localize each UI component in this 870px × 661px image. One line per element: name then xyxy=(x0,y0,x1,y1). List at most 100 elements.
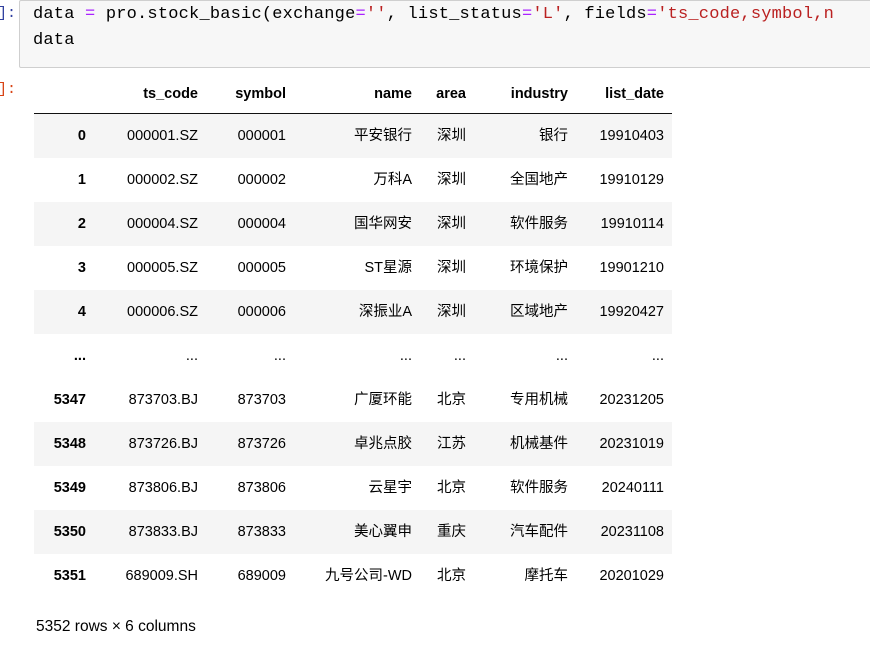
code-token-op: = xyxy=(355,5,366,24)
table-body: 0 000001.SZ 000001 平安银行 深圳 银行 19910403 1 000002.… xyxy=(34,113,672,598)
cell-symbol: 873726 xyxy=(206,422,294,466)
cell-name: 平安银行 xyxy=(294,113,420,158)
column-header-index xyxy=(34,79,94,114)
code-cell[interactable]: ]: data = pro.stock_basic(exchange='', l… xyxy=(0,0,870,72)
cell-industry: 摩托车 xyxy=(474,554,576,598)
row-index: 5349 xyxy=(34,466,94,510)
code-token-punc: , xyxy=(386,5,408,24)
cell-industry: 全国地产 xyxy=(474,158,576,202)
cell-list_date: 20201029 xyxy=(576,554,672,598)
code-line-2: data xyxy=(33,28,75,54)
cell-industry: 银行 xyxy=(474,113,576,158)
code-token-name: fields xyxy=(584,5,647,24)
cell-symbol: 000005 xyxy=(206,246,294,290)
code-line-1: data = pro.stock_basic(exchange='', list… xyxy=(33,2,834,28)
code-token-name: list_status xyxy=(407,5,522,24)
dataframe-table: ts_code symbol name area industry list_date 0… xyxy=(34,79,672,598)
cell-industry: ... xyxy=(474,334,576,378)
cell-symbol: ... xyxy=(206,334,294,378)
cell-area: 重庆 xyxy=(420,510,474,554)
cell-industry: 区域地产 xyxy=(474,290,576,334)
cell-name: 深振业A xyxy=(294,290,420,334)
code-token-punc: ( xyxy=(261,5,273,24)
row-index: 5351 xyxy=(34,554,94,598)
cell-list_date: 19901210 xyxy=(576,246,672,290)
table-row: 5349 873806.BJ 873806 云星宇 北京 软件服务 20240111 xyxy=(34,466,672,510)
cell-ts_code: 000006.SZ xyxy=(94,290,206,334)
cell-list_date: 19910129 xyxy=(576,158,672,202)
code-token-op: = xyxy=(85,5,96,24)
table-header: ts_code symbol name area industry list_date xyxy=(34,79,672,114)
code-token-name: pro.stock_basic xyxy=(95,5,262,24)
cell-list_date: 19920427 xyxy=(576,290,672,334)
cell-area: 深圳 xyxy=(420,113,474,158)
table-row: 5351 689009.SH 689009 九号公司-WD 北京 摩托车 20201029 xyxy=(34,554,672,598)
cell-name: 广厦环能 xyxy=(294,378,420,422)
table-row: 1 000002.SZ 000002 万科A 深圳 全国地产 19910129 xyxy=(34,158,672,202)
cell-industry: 机械基件 xyxy=(474,422,576,466)
cell-list_date: 20231019 xyxy=(576,422,672,466)
notebook-output-area: ]: data = pro.stock_basic(exchange='', l… xyxy=(0,0,870,661)
cell-area: 江苏 xyxy=(420,422,474,466)
cell-area: 深圳 xyxy=(420,202,474,246)
cell-symbol: 873833 xyxy=(206,510,294,554)
cell-area: 深圳 xyxy=(420,158,474,202)
header-row: ts_code symbol name area industry list_date xyxy=(34,79,672,114)
cell-industry: 环境保护 xyxy=(474,246,576,290)
code-token-op: = xyxy=(646,5,658,24)
cell-symbol: 873703 xyxy=(206,378,294,422)
column-header-industry: industry xyxy=(474,79,576,114)
table-row: 5348 873726.BJ 873726 卓兆点胶 江苏 机械基件 20231019 xyxy=(34,422,672,466)
cell-list_date: 19910403 xyxy=(576,113,672,158)
cell-name: 云星宇 xyxy=(294,466,420,510)
table-row-ellipsis: ..................... xyxy=(34,334,672,378)
cell-symbol: 000006 xyxy=(206,290,294,334)
cell-ts_code: 873726.BJ xyxy=(94,422,206,466)
cell-ts_code: 000005.SZ xyxy=(94,246,206,290)
cell-ts_code: 873833.BJ xyxy=(94,510,206,554)
row-index: 3 xyxy=(34,246,94,290)
row-index: 5348 xyxy=(34,422,94,466)
code-token-str: 'L' xyxy=(532,5,564,24)
table-row: 4 000006.SZ 000006 深振业A 深圳 区域地产 19920427 xyxy=(34,290,672,334)
table-row: 0 000001.SZ 000001 平安银行 深圳 银行 19910403 xyxy=(34,113,672,158)
cell-symbol: 000002 xyxy=(206,158,294,202)
code-editor[interactable]: data = pro.stock_basic(exchange='', list… xyxy=(19,0,870,68)
table-row: 5350 873833.BJ 873833 美心翼申 重庆 汽车配件 20231108 xyxy=(34,510,672,554)
cell-name: 九号公司-WD xyxy=(294,554,420,598)
table-row: 2 000004.SZ 000004 国华网安 深圳 软件服务 19910114 xyxy=(34,202,672,246)
row-index: 2 xyxy=(34,202,94,246)
dataframe-output: ts_code symbol name area industry list_date 0… xyxy=(34,79,674,598)
cell-name: 国华网安 xyxy=(294,202,420,246)
table-row: 3 000005.SZ 000005 ST星源 深圳 环境保护 19901210 xyxy=(34,246,672,290)
row-index: 5350 xyxy=(34,510,94,554)
cell-list_date: ... xyxy=(576,334,672,378)
cell-area: ... xyxy=(420,334,474,378)
row-index: ... xyxy=(34,334,94,378)
cell-symbol: 689009 xyxy=(206,554,294,598)
input-prompt-label: ]: xyxy=(0,5,16,22)
code-token-str: 'ts_code,symbol,n xyxy=(657,5,835,24)
cell-area: 北京 xyxy=(420,466,474,510)
output-prompt-label: ]: xyxy=(0,81,16,98)
cell-list_date: 20240111 xyxy=(576,466,672,510)
cell-ts_code: ... xyxy=(94,334,206,378)
column-header-symbol: symbol xyxy=(206,79,294,114)
column-header-area: area xyxy=(420,79,474,114)
column-header-name: name xyxy=(294,79,420,114)
cell-ts_code: 873703.BJ xyxy=(94,378,206,422)
table-row: 5347 873703.BJ 873703 广厦环能 北京 专用机械 20231205 xyxy=(34,378,672,422)
cell-ts_code: 873806.BJ xyxy=(94,466,206,510)
column-header-list_date: list_date xyxy=(576,79,672,114)
cell-area: 深圳 xyxy=(420,246,474,290)
cell-name: ST星源 xyxy=(294,246,420,290)
row-index: 0 xyxy=(34,113,94,158)
cell-list_date: 20231205 xyxy=(576,378,672,422)
row-index: 1 xyxy=(34,158,94,202)
cell-list_date: 20231108 xyxy=(576,510,672,554)
cell-area: 北京 xyxy=(420,554,474,598)
cell-area: 深圳 xyxy=(420,290,474,334)
cell-industry: 软件服务 xyxy=(474,466,576,510)
cell-area: 北京 xyxy=(420,378,474,422)
code-token-punc: , xyxy=(563,5,585,24)
